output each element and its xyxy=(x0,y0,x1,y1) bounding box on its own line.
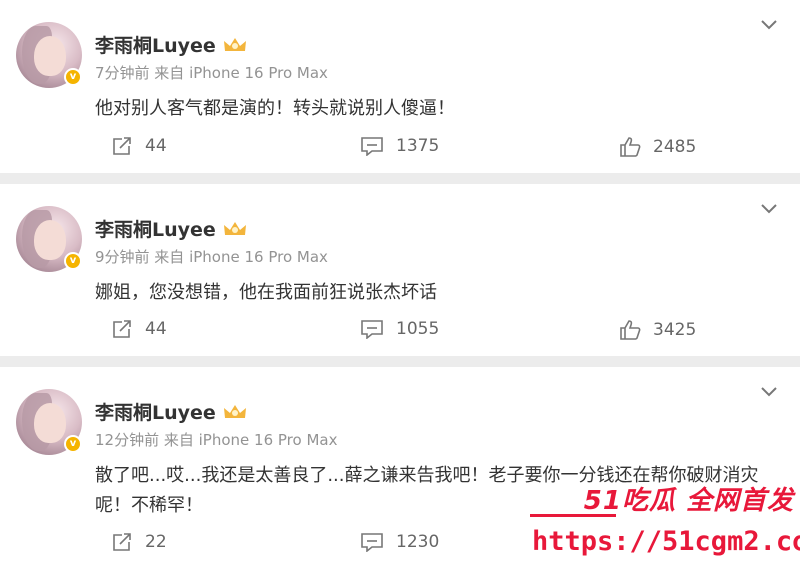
like-icon xyxy=(620,320,641,340)
verified-icon: v xyxy=(64,68,82,86)
username[interactable]: 李雨桐Luyee xyxy=(95,31,216,58)
repost-icon xyxy=(113,137,131,155)
comment-button[interactable]: 1055 xyxy=(360,319,439,339)
like-count: 2485 xyxy=(653,137,697,157)
weibo-post: v 李雨桐Luyee 9分钟前 来自 iPhone 16 Pro Max 娜姐，… xyxy=(0,184,800,356)
crown-icon xyxy=(223,404,246,418)
post-meta: 12分钟前 来自 iPhone 16 Pro Max xyxy=(95,431,338,449)
comment-count: 1055 xyxy=(396,319,440,339)
username[interactable]: 李雨桐Luyee xyxy=(95,398,216,425)
like-button[interactable]: 3425 xyxy=(619,319,696,341)
like-icon xyxy=(620,137,641,157)
comment-count: 1230 xyxy=(396,532,440,552)
like-count: 3425 xyxy=(653,320,697,340)
comment-icon xyxy=(361,320,383,339)
watermark: 51吃瓜 全网首发 https://51cgm2.com xyxy=(530,470,800,568)
crown-icon xyxy=(223,221,246,235)
repost-button[interactable]: 22 xyxy=(111,532,167,552)
avatar[interactable]: v xyxy=(16,206,82,272)
repost-count: 44 xyxy=(145,136,167,156)
chevron-down-icon[interactable] xyxy=(760,18,778,32)
repost-icon xyxy=(113,320,131,338)
weibo-post: v 李雨桐Luyee 7分钟前 来自 iPhone 16 Pro Max 他对别… xyxy=(0,0,800,173)
verified-icon: v xyxy=(64,252,82,270)
post-meta: 7分钟前 来自 iPhone 16 Pro Max xyxy=(95,64,328,82)
watermark-url: https://51cgm2.com xyxy=(532,526,800,557)
avatar[interactable]: v xyxy=(16,389,82,455)
comment-button[interactable]: 1230 xyxy=(360,532,439,552)
comment-button[interactable]: 1375 xyxy=(360,136,439,156)
post-content: 娜姐，您没想错，他在我面前狂说张杰坏话 xyxy=(95,282,437,303)
verified-icon: v xyxy=(64,435,82,453)
avatar[interactable]: v xyxy=(16,22,82,88)
repost-count: 22 xyxy=(145,532,167,552)
comment-icon xyxy=(361,137,383,156)
chevron-down-icon[interactable] xyxy=(760,385,778,399)
post-meta: 9分钟前 来自 iPhone 16 Pro Max xyxy=(95,248,328,266)
chevron-down-icon[interactable] xyxy=(760,202,778,216)
watermark-title: 51吃瓜 全网首发 xyxy=(583,486,794,516)
post-content: 他对别人客气都是演的！转头就说别人傻逼！ xyxy=(95,98,455,119)
repost-icon xyxy=(113,533,131,551)
repost-button[interactable]: 44 xyxy=(111,136,167,156)
comment-icon xyxy=(361,533,383,552)
crown-icon xyxy=(223,37,246,51)
repost-count: 44 xyxy=(145,319,167,339)
like-button[interactable]: 2485 xyxy=(619,136,696,158)
repost-button[interactable]: 44 xyxy=(111,319,167,339)
username[interactable]: 李雨桐Luyee xyxy=(95,215,216,242)
comment-count: 1375 xyxy=(396,136,440,156)
